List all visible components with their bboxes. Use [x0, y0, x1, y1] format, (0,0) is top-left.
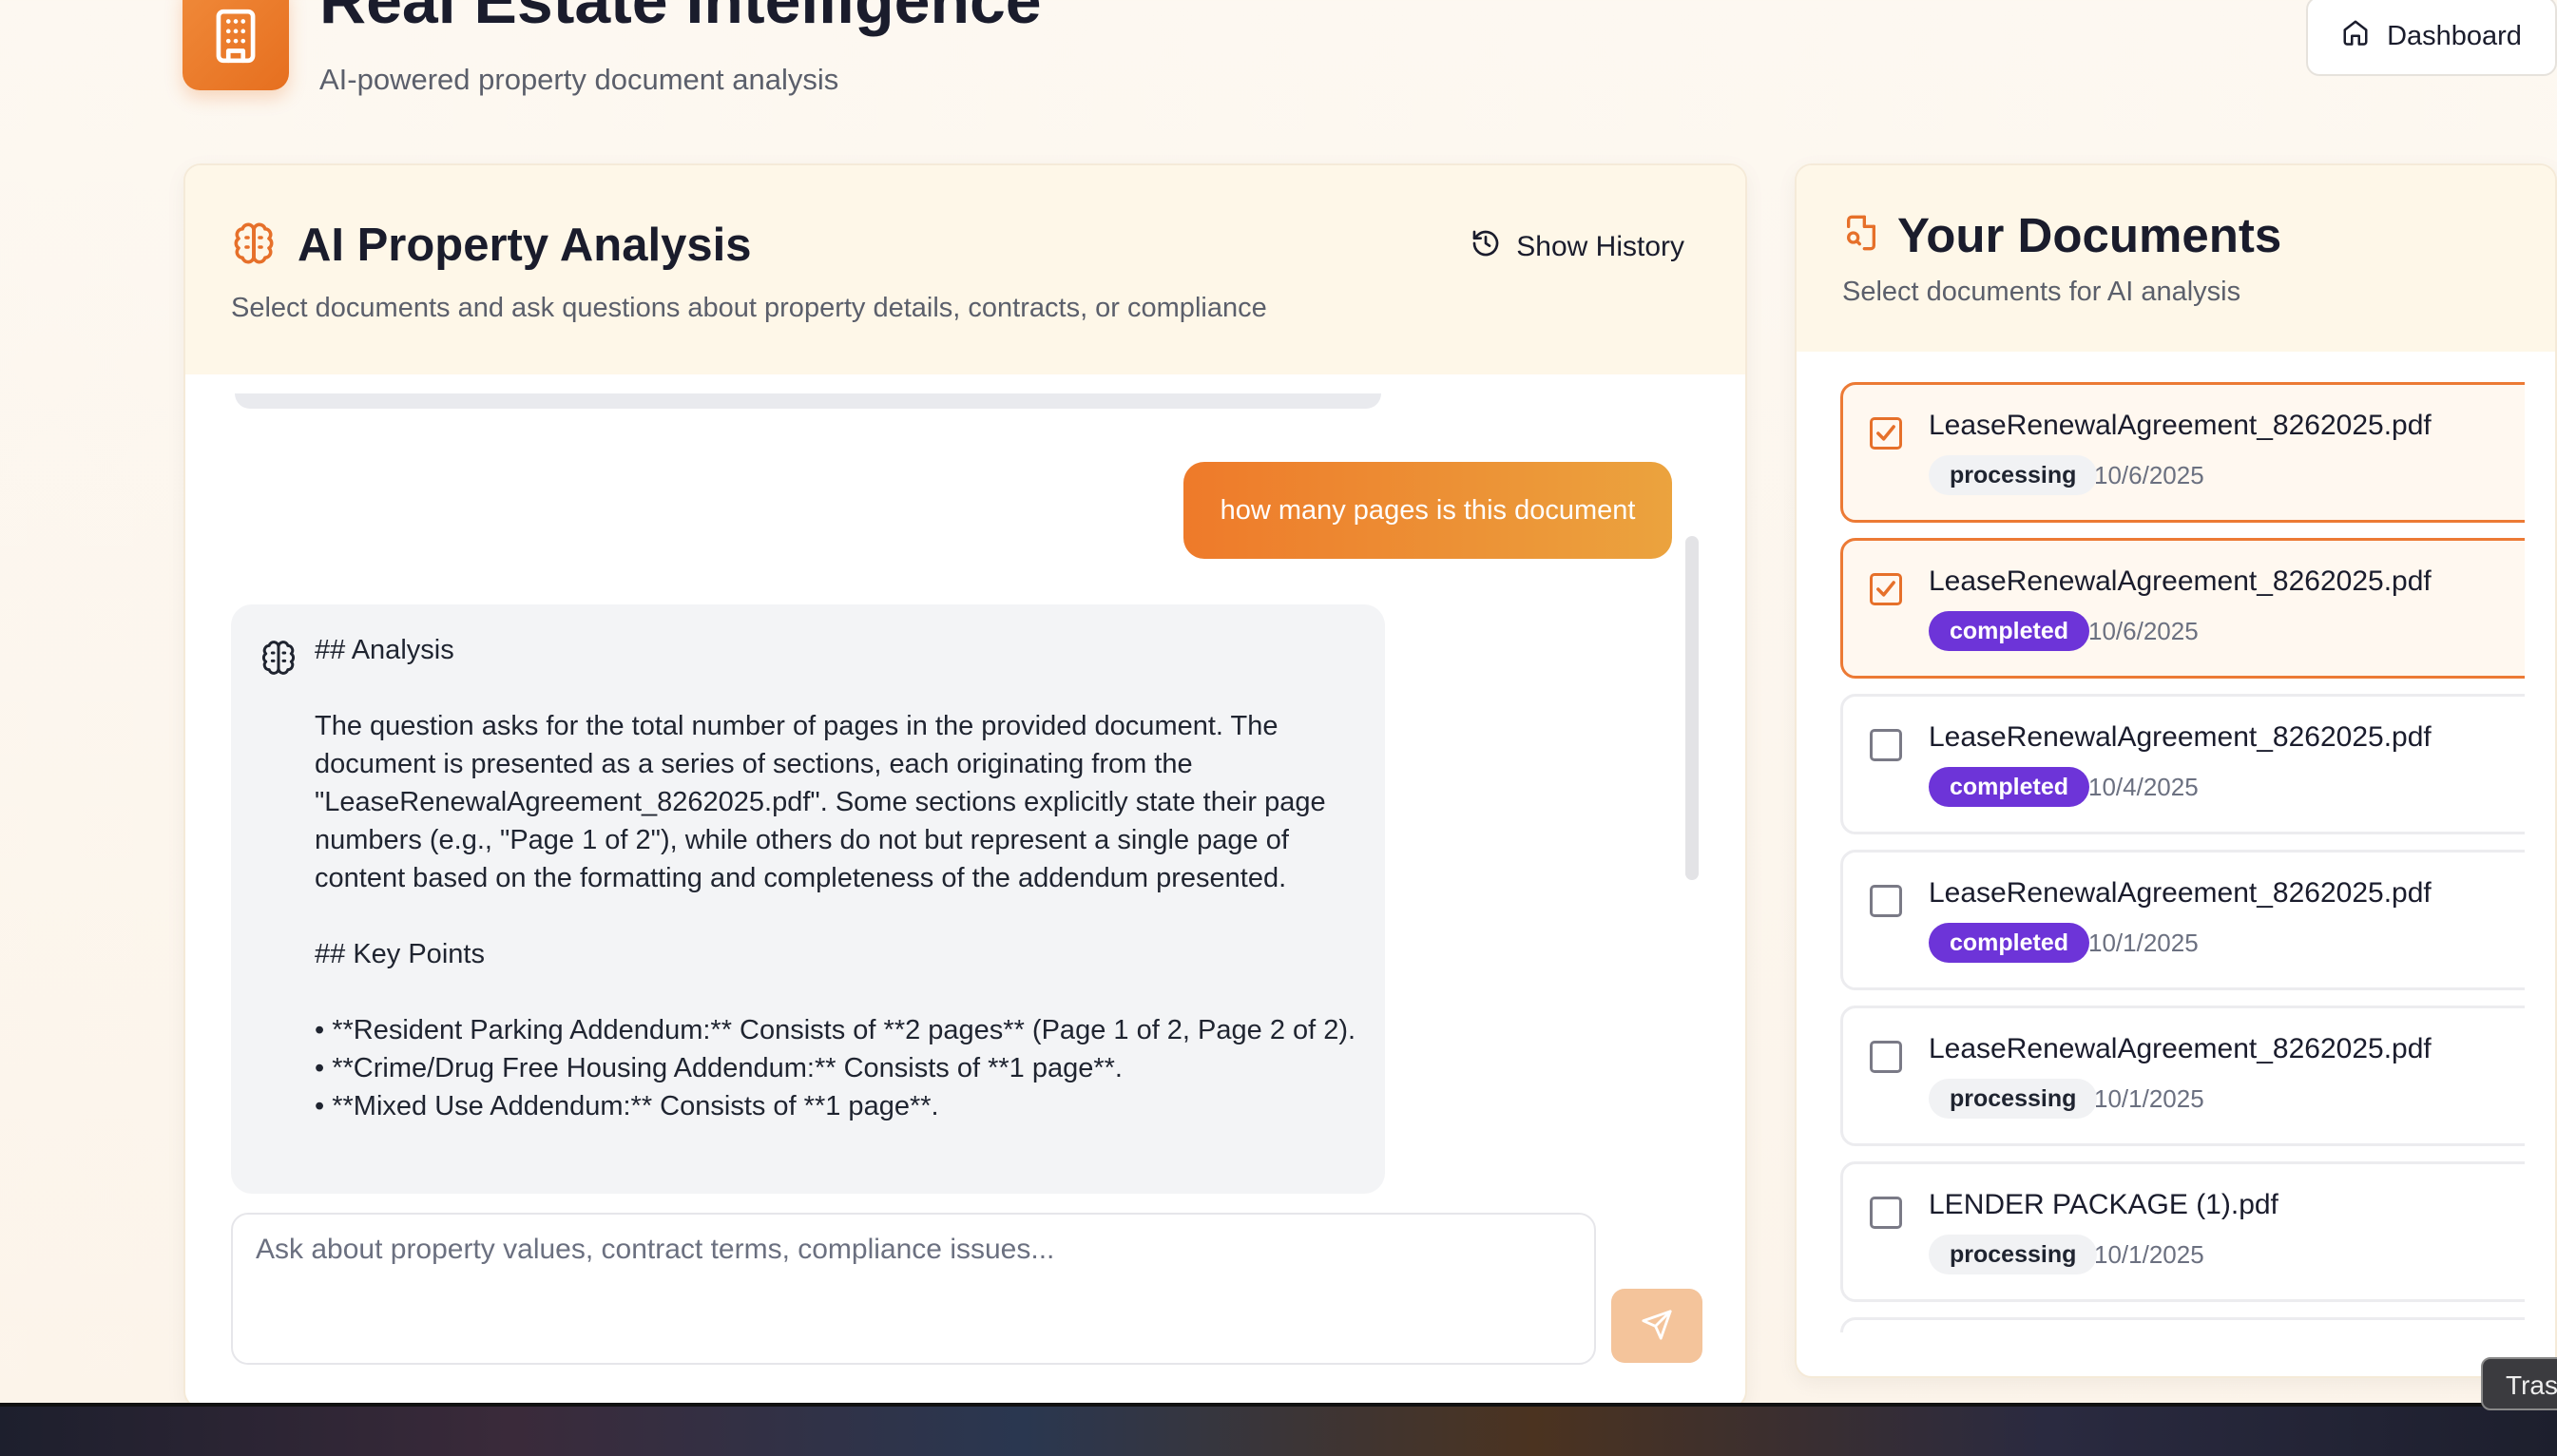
dashboard-button[interactable]: Dashboard: [2306, 0, 2557, 76]
brain-icon: [260, 639, 298, 681]
home-icon: [2341, 18, 2370, 54]
document-date: 10/1/2025: [2094, 1084, 2204, 1113]
documents-panel: Your Documents Select documents for AI a…: [1795, 163, 2557, 1378]
status-badge: completed: [1929, 923, 2090, 963]
ai-message: ## Analysis The question asks for the to…: [231, 604, 1385, 1194]
document-date: 10/6/2025: [2094, 461, 2204, 489]
show-history-button[interactable]: Show History: [1471, 228, 1684, 266]
checkbox[interactable]: [1870, 729, 1902, 761]
os-taskbar[interactable]: [0, 1403, 2557, 1456]
document-name: LeaseRenewalAgreement_8262025.pdf: [1929, 721, 2432, 753]
chat-panel: AI Property Analysis Select documents an…: [183, 163, 1747, 1408]
document-item[interactable]: [1840, 1317, 2525, 1332]
checkbox[interactable]: [1870, 885, 1902, 917]
chat-title: AI Property Analysis: [298, 220, 752, 271]
document-search-icon: [1842, 214, 1880, 257]
document-date: 10/6/2025: [2088, 617, 2199, 645]
status-badge: completed: [1929, 611, 2090, 651]
document-name: LeaseRenewalAgreement_8262025.pdf: [1929, 410, 2432, 441]
document-item[interactable]: LeaseRenewalAgreement_8262025.pdf proces…: [1840, 382, 2525, 523]
show-history-label: Show History: [1516, 231, 1684, 262]
chat-messages[interactable]: how many pages is this document ## Analy…: [185, 374, 1745, 1194]
document-date: 10/1/2025: [2094, 1240, 2204, 1269]
taskbar-tooltip: Trash: [2481, 1357, 2557, 1410]
history-icon: [1471, 228, 1501, 266]
document-item[interactable]: LeaseRenewalAgreement_8262025.pdf comple…: [1840, 694, 2525, 834]
status-badge: completed: [1929, 767, 2090, 807]
checkbox-checked-icon[interactable]: [1870, 573, 1902, 605]
document-name: LeaseRenewalAgreement_8262025.pdf: [1929, 1033, 2432, 1064]
status-badge: processing: [1929, 1079, 2098, 1119]
brain-icon: [231, 220, 277, 271]
status-badge: processing: [1929, 1235, 2098, 1274]
documents-title: Your Documents: [1897, 208, 2282, 262]
previous-message-stub: [235, 393, 1381, 409]
document-date: 10/4/2025: [2088, 773, 2199, 801]
documents-description: Select documents for AI analysis: [1842, 277, 2241, 307]
document-item[interactable]: LeaseRenewalAgreement_8262025.pdf proces…: [1840, 1006, 2525, 1146]
document-name: LENDER PACKAGE (1).pdf: [1929, 1189, 2278, 1220]
document-item[interactable]: LENDER PACKAGE (1).pdf processing 10/1/2…: [1840, 1161, 2525, 1302]
send-icon: [1641, 1309, 1673, 1344]
checkbox-checked-icon[interactable]: [1870, 417, 1902, 450]
checkbox[interactable]: [1870, 1197, 1902, 1229]
user-message: how many pages is this document: [1183, 462, 1672, 559]
chat-header: AI Property Analysis Select documents an…: [185, 165, 1745, 374]
app-title: Real Estate Intelligence: [319, 0, 1042, 37]
ai-response-text: ## Analysis The question asks for the to…: [315, 635, 1356, 1121]
document-date: 10/1/2025: [2088, 929, 2199, 957]
checkbox[interactable]: [1870, 1041, 1902, 1073]
chat-description: Select documents and ask questions about…: [231, 293, 1267, 323]
document-item[interactable]: LeaseRenewalAgreement_8262025.pdf comple…: [1840, 538, 2525, 679]
dashboard-label: Dashboard: [2387, 20, 2522, 51]
status-badge: processing: [1929, 455, 2098, 495]
send-button[interactable]: [1611, 1289, 1702, 1363]
question-input[interactable]: [231, 1213, 1596, 1365]
building-icon: [183, 0, 289, 90]
app-subtitle: AI-powered property document analysis: [319, 63, 839, 96]
document-name: LeaseRenewalAgreement_8262025.pdf: [1929, 565, 2432, 597]
document-name: LeaseRenewalAgreement_8262025.pdf: [1929, 877, 2432, 909]
document-item[interactable]: LeaseRenewalAgreement_8262025.pdf comple…: [1840, 850, 2525, 990]
documents-header: Your Documents Select documents for AI a…: [1797, 165, 2555, 352]
document-list[interactable]: LeaseRenewalAgreement_8262025.pdf proces…: [1840, 382, 2525, 1332]
chat-scrollbar[interactable]: [1685, 536, 1699, 880]
